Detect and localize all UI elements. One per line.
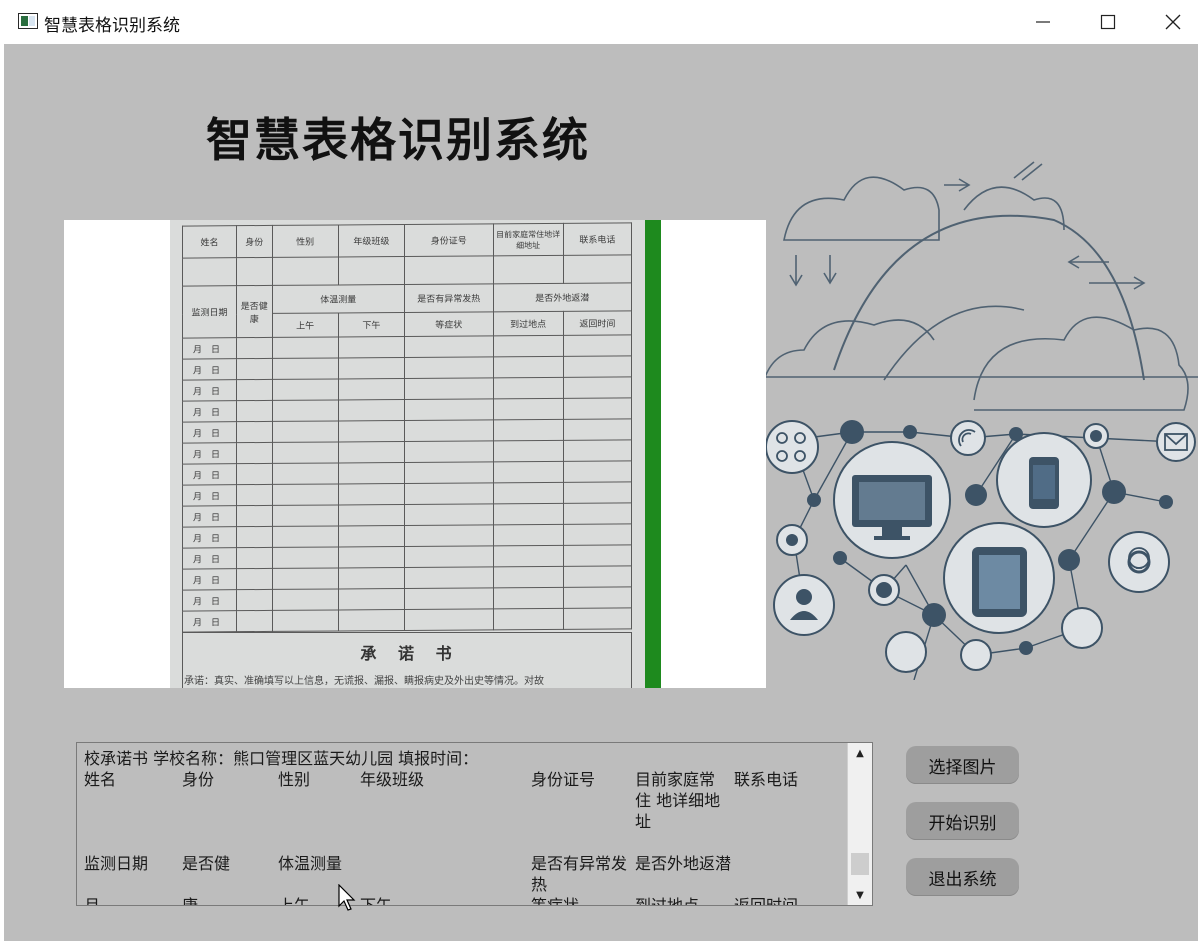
- form-cell: 姓名: [182, 225, 237, 259]
- result-cell: 返回时间: [734, 896, 799, 906]
- scroll-up-arrow-icon[interactable]: ▲: [848, 743, 872, 763]
- scanned-form-table: 姓名 身份 性别 年级班级 身份证号 目前家庭常住地详细地址 联系电话 监测日期…: [182, 222, 632, 633]
- form-cell: 监测日期: [182, 285, 237, 339]
- result-cell: 性别: [278, 770, 311, 789]
- form-cell: 到过地点: [493, 311, 564, 336]
- result-cell: 联系电话: [734, 770, 799, 789]
- form-date-cell: 月 日: [182, 526, 237, 549]
- form-cell: 是否健康: [236, 285, 273, 338]
- form-cell: 等症状: [404, 311, 493, 337]
- promise-title: 承 诺 书: [360, 644, 460, 663]
- promise-text: 承诺：真实、准确填写以上信息，无谎报、漏报、瞒报病史及外出史等情况。对故: [184, 676, 544, 687]
- form-date-cell: 月 日: [182, 589, 237, 612]
- form-cell: 是否有异常发热: [404, 283, 493, 313]
- result-cell: 康: [182, 896, 199, 906]
- form-date-cell: 月 日: [182, 358, 237, 381]
- result-cell: 到过地点: [635, 896, 700, 906]
- page-title: 智慧表格识别系统: [206, 113, 590, 167]
- scanned-form-image: 姓名 身份 性别 年级班级 身份证号 目前家庭常住地详细地址 联系电话 监测日期…: [170, 220, 660, 688]
- form-date-cell: 月 日: [182, 547, 237, 570]
- result-cell: 年级班级: [360, 770, 425, 789]
- form-cell: 年级班级: [338, 224, 405, 257]
- result-cell: 身份证号: [531, 770, 596, 789]
- window-title: 智慧表格识别系统: [44, 16, 180, 36]
- form-cell: 返回时间: [563, 310, 632, 336]
- result-cell: 月: [84, 896, 101, 906]
- form-date-cell: 月 日: [182, 379, 237, 402]
- result-cell: 身份: [182, 770, 215, 789]
- form-cell: 身份证号: [404, 223, 493, 257]
- form-cell: 目前家庭常住地详细地址: [493, 223, 564, 256]
- scroll-down-arrow-icon[interactable]: ▼: [848, 885, 872, 905]
- form-date-cell: 月 日: [182, 484, 237, 507]
- result-cell: 监测日期: [84, 854, 149, 873]
- result-cell: 址: [635, 812, 652, 831]
- close-icon: [1165, 14, 1181, 30]
- form-cell: 是否外地返潜: [493, 282, 632, 312]
- form-date-cell: 月 日: [182, 421, 237, 444]
- result-cell: 体温测量: [278, 854, 343, 873]
- form-cell: 体温测量: [272, 284, 405, 314]
- form-date-cell: 月 日: [182, 610, 237, 633]
- result-cell: 是否外地返潜: [635, 854, 732, 873]
- form-cell: 性别: [272, 224, 339, 258]
- close-button[interactable]: [1140, 0, 1198, 44]
- network-illustration: [764, 161, 1198, 680]
- result-scrollbar[interactable]: ▲ ▼: [847, 743, 872, 905]
- exit-system-button[interactable]: 退出系统: [906, 858, 1019, 896]
- form-cell: 下午: [338, 312, 405, 337]
- minimize-button[interactable]: [1010, 0, 1076, 44]
- green-edge: [645, 220, 661, 688]
- form-cell: 联系电话: [563, 222, 632, 256]
- form-date-cell: 月 日: [182, 505, 237, 528]
- form-cell: 上午: [272, 312, 339, 338]
- form-date-cell: 月 日: [182, 400, 237, 423]
- start-recognition-button[interactable]: 开始识别: [906, 802, 1019, 840]
- result-cell: 上午: [278, 896, 311, 906]
- result-cell: 下午: [360, 896, 393, 906]
- maximize-button[interactable]: [1075, 0, 1141, 44]
- mouse-cursor-icon: [338, 884, 356, 911]
- recognition-result-textbox[interactable]: 校承诺书 学校名称：熊口管理区蓝天幼儿园 填报时间： 姓名 身份 性别 年级班级 身份证号…: [76, 742, 873, 906]
- app-icon: [18, 13, 38, 29]
- title-bar: 智慧表格识别系统: [4, 0, 1198, 44]
- form-date-cell: 月 日: [182, 442, 237, 465]
- result-cell: 是否健: [182, 854, 231, 873]
- form-date-cell: 月 日: [182, 337, 237, 360]
- result-cell: 等症状: [531, 896, 580, 906]
- scroll-thumb[interactable]: [851, 853, 869, 875]
- select-image-button[interactable]: 选择图片: [906, 746, 1019, 784]
- app-window: 智慧表格识别系统 智慧表格识别系统 姓名 身份 性别 年级班级 身份证号 目前家…: [0, 0, 1198, 941]
- minimize-icon: [1036, 21, 1050, 23]
- form-cell: 身份: [236, 225, 273, 258]
- maximize-icon: [1100, 14, 1116, 30]
- form-date-cell: 月 日: [182, 568, 237, 591]
- form-date-cell: 月 日: [182, 463, 237, 486]
- image-preview-panel: 姓名 身份 性别 年级班级 身份证号 目前家庭常住地详细地址 联系电话 监测日期…: [64, 220, 766, 688]
- result-cell: 姓名: [84, 770, 117, 789]
